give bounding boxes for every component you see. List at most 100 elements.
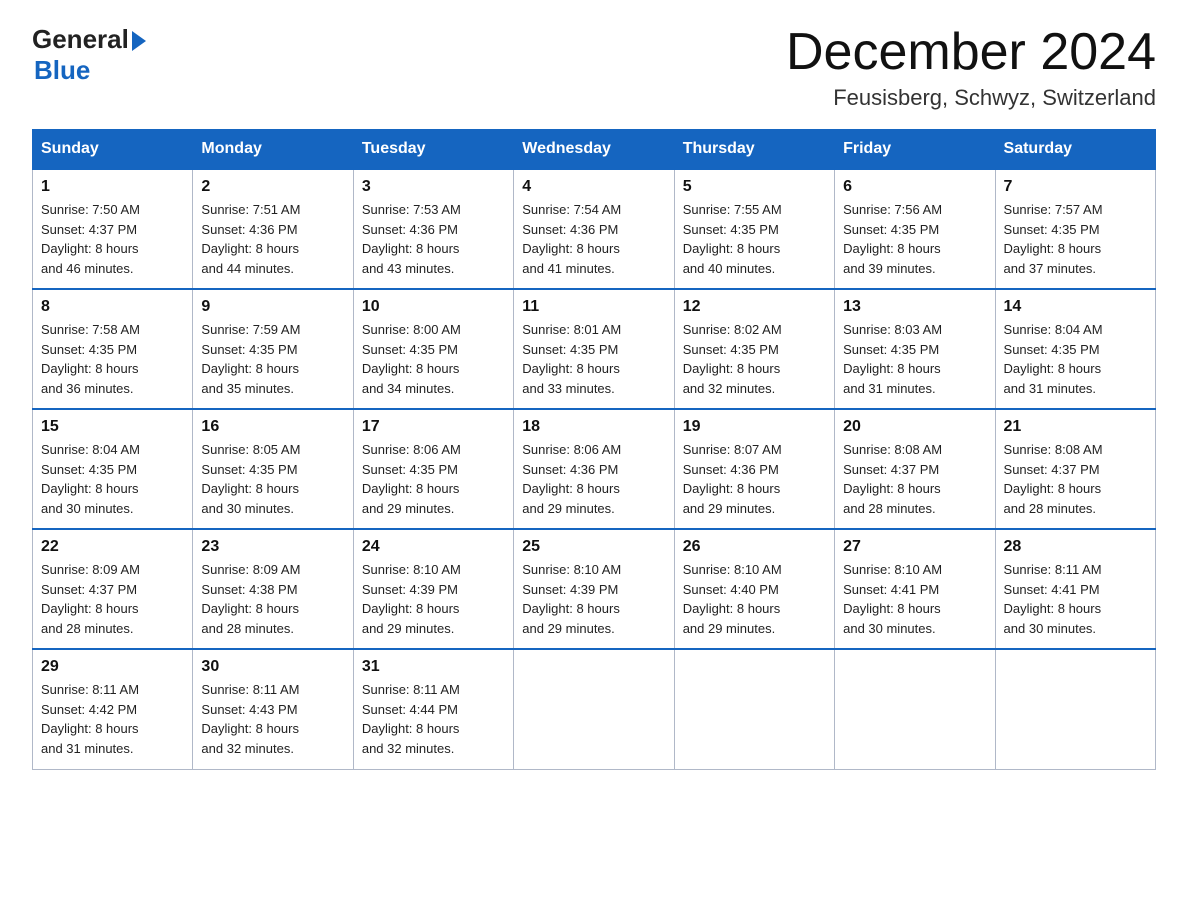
day-number: 25 (522, 538, 665, 556)
calendar-cell: 7 Sunrise: 7:57 AMSunset: 4:35 PMDaylight… (995, 169, 1155, 289)
day-number: 21 (1004, 418, 1147, 436)
calendar-cell: 8 Sunrise: 7:58 AMSunset: 4:35 PMDaylight… (33, 289, 193, 409)
page-header: General Blue December 2024 Feusisberg, S… (32, 24, 1156, 111)
day-info: Sunrise: 8:11 AMSunset: 4:43 PMDaylight:… (201, 680, 344, 758)
day-number: 19 (683, 418, 826, 436)
day-info: Sunrise: 8:02 AMSunset: 4:35 PMDaylight:… (683, 320, 826, 398)
calendar-cell (514, 649, 674, 769)
calendar-cell: 19 Sunrise: 8:07 AMSunset: 4:36 PMDayligh… (674, 409, 834, 529)
logo-blue-text: Blue (34, 55, 90, 86)
calendar-cell: 20Sunrise: 8:08 AMSunset: 4:37 PMDayligh… (835, 409, 995, 529)
day-number: 10 (362, 298, 505, 316)
day-info: Sunrise: 8:10 AMSunset: 4:39 PMDaylight:… (522, 560, 665, 638)
calendar-cell: 15 Sunrise: 8:04 AMSunset: 4:35 PMDayligh… (33, 409, 193, 529)
week-row-3: 15 Sunrise: 8:04 AMSunset: 4:35 PMDayligh… (33, 409, 1156, 529)
day-number: 8 (41, 298, 184, 316)
calendar-cell: 9 Sunrise: 7:59 AMSunset: 4:35 PMDaylight… (193, 289, 353, 409)
calendar-cell (674, 649, 834, 769)
day-info: Sunrise: 8:11 AMSunset: 4:44 PMDaylight:… (362, 680, 505, 758)
day-info: Sunrise: 8:10 AMSunset: 4:40 PMDaylight:… (683, 560, 826, 638)
day-number: 18 (522, 418, 665, 436)
calendar-cell: 1 Sunrise: 7:50 AMSunset: 4:37 PMDaylight… (33, 169, 193, 289)
day-info: Sunrise: 8:00 AMSunset: 4:35 PMDaylight:… (362, 320, 505, 398)
weekday-header-friday: Friday (835, 130, 995, 170)
day-info: Sunrise: 8:08 AMSunset: 4:37 PMDaylight:… (843, 440, 986, 518)
day-info: Sunrise: 7:50 AMSunset: 4:37 PMDaylight:… (41, 200, 184, 278)
day-number: 13 (843, 298, 986, 316)
day-info: Sunrise: 7:55 AMSunset: 4:35 PMDaylight:… (683, 200, 826, 278)
day-info: Sunrise: 8:09 AMSunset: 4:38 PMDaylight:… (201, 560, 344, 638)
day-number: 14 (1004, 298, 1147, 316)
calendar-cell: 10 Sunrise: 8:00 AMSunset: 4:35 PMDayligh… (353, 289, 513, 409)
day-info: Sunrise: 8:04 AMSunset: 4:35 PMDaylight:… (41, 440, 184, 518)
day-info: Sunrise: 8:06 AMSunset: 4:36 PMDaylight:… (522, 440, 665, 518)
calendar-cell: 22 Sunrise: 8:09 AMSunset: 4:37 PMDayligh… (33, 529, 193, 649)
day-number: 23 (201, 538, 344, 556)
day-number: 31 (362, 658, 505, 676)
day-number: 30 (201, 658, 344, 676)
day-info: Sunrise: 7:53 AMSunset: 4:36 PMDaylight:… (362, 200, 505, 278)
week-row-4: 22 Sunrise: 8:09 AMSunset: 4:37 PMDayligh… (33, 529, 1156, 649)
calendar-cell: 29 Sunrise: 8:11 AMSunset: 4:42 PMDayligh… (33, 649, 193, 769)
calendar-cell: 17 Sunrise: 8:06 AMSunset: 4:35 PMDayligh… (353, 409, 513, 529)
day-number: 16 (201, 418, 344, 436)
day-number: 17 (362, 418, 505, 436)
day-number: 24 (362, 538, 505, 556)
day-info: Sunrise: 8:07 AMSunset: 4:36 PMDaylight:… (683, 440, 826, 518)
day-number: 9 (201, 298, 344, 316)
calendar-cell: 25 Sunrise: 8:10 AMSunset: 4:39 PMDayligh… (514, 529, 674, 649)
calendar-table: SundayMondayTuesdayWednesdayThursdayFrid… (32, 129, 1156, 770)
day-number: 2 (201, 178, 344, 196)
calendar-cell: 6 Sunrise: 7:56 AMSunset: 4:35 PMDaylight… (835, 169, 995, 289)
day-number: 1 (41, 178, 184, 196)
title-block: December 2024 Feusisberg, Schwyz, Switze… (786, 24, 1156, 111)
weekday-header-monday: Monday (193, 130, 353, 170)
day-info: Sunrise: 8:06 AMSunset: 4:35 PMDaylight:… (362, 440, 505, 518)
day-info: Sunrise: 7:58 AMSunset: 4:35 PMDaylight:… (41, 320, 184, 398)
day-number: 12 (683, 298, 826, 316)
calendar-cell: 13 Sunrise: 8:03 AMSunset: 4:35 PMDayligh… (835, 289, 995, 409)
weekday-header-wednesday: Wednesday (514, 130, 674, 170)
day-number: 4 (522, 178, 665, 196)
calendar-cell: 5 Sunrise: 7:55 AMSunset: 4:35 PMDaylight… (674, 169, 834, 289)
calendar-cell: 23 Sunrise: 8:09 AMSunset: 4:38 PMDayligh… (193, 529, 353, 649)
calendar-cell: 27Sunrise: 8:10 AMSunset: 4:41 PMDayligh… (835, 529, 995, 649)
day-info: Sunrise: 7:54 AMSunset: 4:36 PMDaylight:… (522, 200, 665, 278)
day-number: 28 (1004, 538, 1147, 556)
day-info: Sunrise: 8:11 AMSunset: 4:42 PMDaylight:… (41, 680, 184, 758)
day-number: 6 (843, 178, 986, 196)
calendar-cell: 24 Sunrise: 8:10 AMSunset: 4:39 PMDayligh… (353, 529, 513, 649)
day-number: 22 (41, 538, 184, 556)
day-number: 26 (683, 538, 826, 556)
day-info: Sunrise: 8:10 AMSunset: 4:39 PMDaylight:… (362, 560, 505, 638)
calendar-cell: 26 Sunrise: 8:10 AMSunset: 4:40 PMDayligh… (674, 529, 834, 649)
day-number: 11 (522, 298, 665, 316)
day-info: Sunrise: 8:11 AMSunset: 4:41 PMDaylight:… (1004, 560, 1147, 638)
weekday-header-saturday: Saturday (995, 130, 1155, 170)
day-number: 7 (1004, 178, 1147, 196)
day-number: 15 (41, 418, 184, 436)
day-info: Sunrise: 8:05 AMSunset: 4:35 PMDaylight:… (201, 440, 344, 518)
calendar-cell: 11Sunrise: 8:01 AMSunset: 4:35 PMDayligh… (514, 289, 674, 409)
weekday-header-thursday: Thursday (674, 130, 834, 170)
calendar-cell (835, 649, 995, 769)
week-row-5: 29 Sunrise: 8:11 AMSunset: 4:42 PMDayligh… (33, 649, 1156, 769)
day-info: Sunrise: 7:56 AMSunset: 4:35 PMDaylight:… (843, 200, 986, 278)
calendar-cell: 30 Sunrise: 8:11 AMSunset: 4:43 PMDayligh… (193, 649, 353, 769)
day-number: 3 (362, 178, 505, 196)
day-info: Sunrise: 7:51 AMSunset: 4:36 PMDaylight:… (201, 200, 344, 278)
logo-general-text: General (32, 24, 129, 55)
calendar-cell: 12 Sunrise: 8:02 AMSunset: 4:35 PMDayligh… (674, 289, 834, 409)
calendar-title: December 2024 (786, 24, 1156, 81)
day-info: Sunrise: 7:57 AMSunset: 4:35 PMDaylight:… (1004, 200, 1147, 278)
day-number: 5 (683, 178, 826, 196)
weekday-header-tuesday: Tuesday (353, 130, 513, 170)
day-number: 27 (843, 538, 986, 556)
weekday-header-sunday: Sunday (33, 130, 193, 170)
calendar-subtitle: Feusisberg, Schwyz, Switzerland (786, 85, 1156, 111)
day-info: Sunrise: 8:03 AMSunset: 4:35 PMDaylight:… (843, 320, 986, 398)
day-number: 29 (41, 658, 184, 676)
day-info: Sunrise: 7:59 AMSunset: 4:35 PMDaylight:… (201, 320, 344, 398)
day-info: Sunrise: 8:09 AMSunset: 4:37 PMDaylight:… (41, 560, 184, 638)
calendar-cell: 14Sunrise: 8:04 AMSunset: 4:35 PMDayligh… (995, 289, 1155, 409)
